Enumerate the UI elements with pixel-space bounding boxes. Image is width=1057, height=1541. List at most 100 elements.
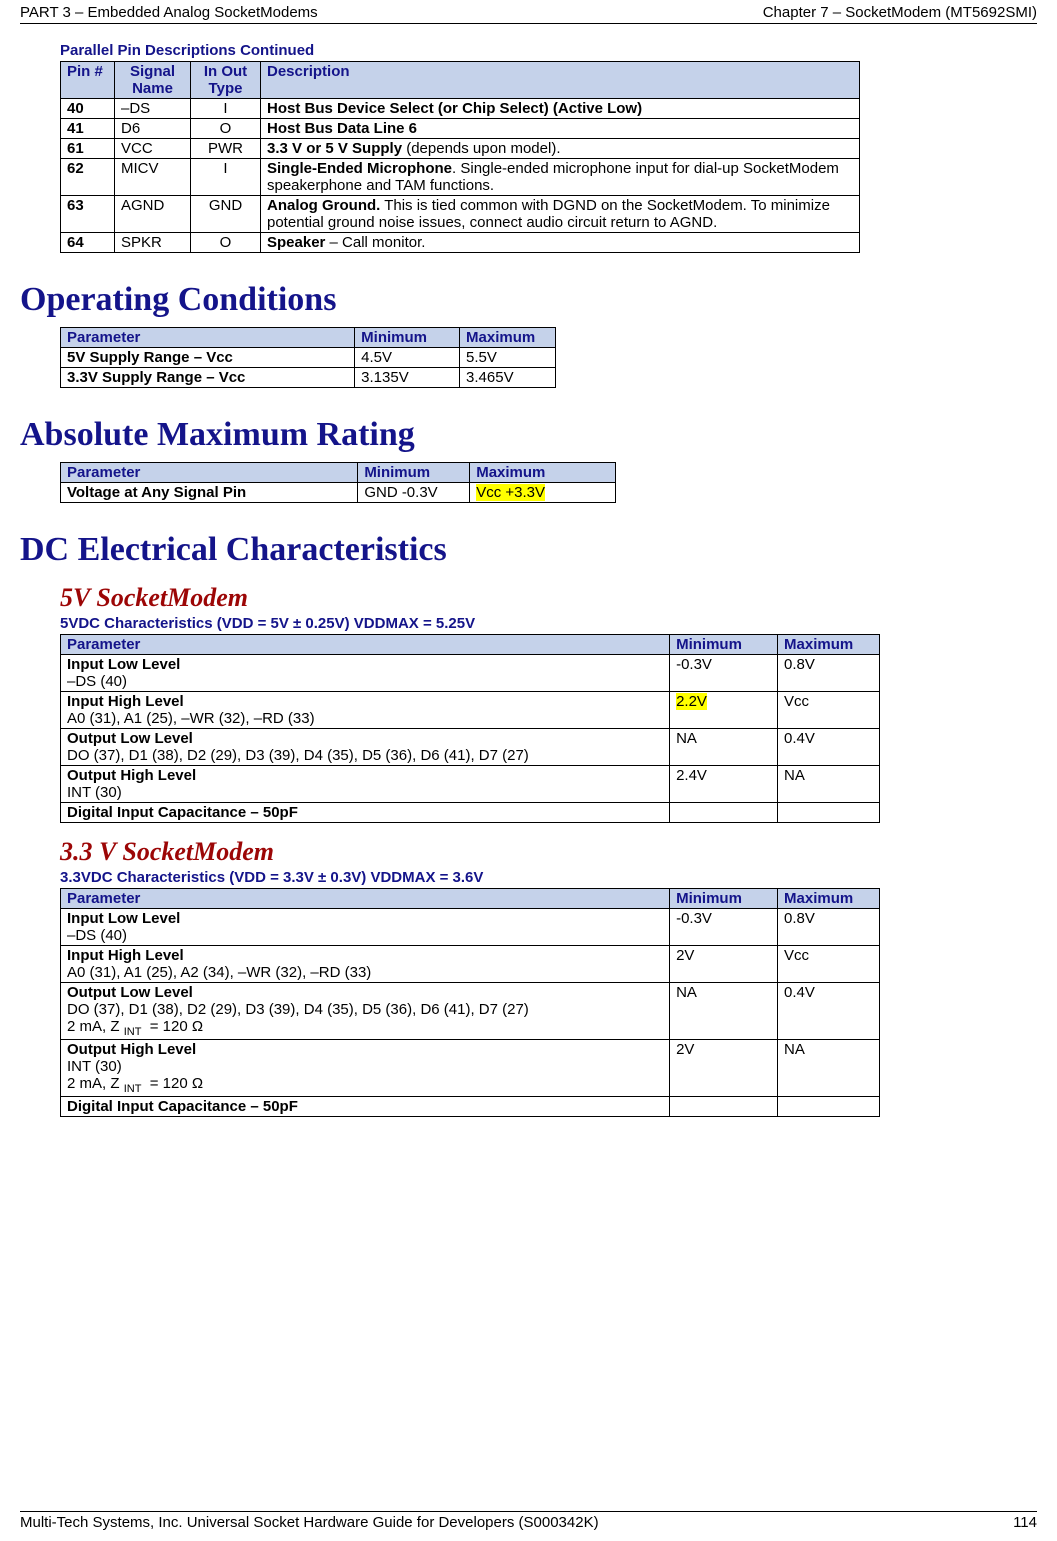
- table-row: Input High LevelA0 (31), A1 (25), A2 (34…: [61, 946, 880, 983]
- header-left: PART 3 – Embedded Analog SocketModems: [20, 4, 318, 21]
- param-detail: –DS (40): [67, 927, 127, 944]
- col-header: Parameter: [61, 889, 670, 909]
- table-row: Input Low Level–DS (40) -0.3V 0.8V: [61, 655, 880, 692]
- param-name: Output High Level: [67, 1041, 196, 1058]
- cell: 2V: [670, 1040, 778, 1097]
- cell: Input High LevelA0 (31), A1 (25), A2 (34…: [61, 946, 670, 983]
- param-detail-2: 2 mA, Z INT = 120 Ω: [67, 1018, 203, 1035]
- cell: Single-Ended Microphone. Single-ended mi…: [261, 159, 860, 196]
- cell: 62: [61, 159, 115, 196]
- cell: Input Low Level–DS (40): [61, 655, 670, 692]
- absmax-table: Parameter Minimum Maximum Voltage at Any…: [60, 462, 616, 503]
- table-row: 64 SPKR O Speaker – Call monitor.: [61, 233, 860, 253]
- cell: –DS: [115, 99, 191, 119]
- cell: 0.8V: [778, 655, 880, 692]
- pin-section: Parallel Pin Descriptions Continued Pin …: [60, 42, 1037, 253]
- cell: Input Low Level–DS (40): [61, 909, 670, 946]
- col-header: Pin #: [61, 62, 115, 99]
- cell: Host Bus Data Line 6: [261, 119, 860, 139]
- col-header: In Out Type: [191, 62, 261, 99]
- cell: 0.4V: [778, 729, 880, 766]
- cell: NA: [778, 766, 880, 803]
- cell: -0.3V: [670, 909, 778, 946]
- param-name: Output Low Level: [67, 984, 193, 1001]
- cell: 3.3 V or 5 V Supply (depends upon model)…: [261, 139, 860, 159]
- cell: 63: [61, 196, 115, 233]
- cell: NA: [778, 1040, 880, 1097]
- table-header-row: Parameter Minimum Maximum: [61, 463, 616, 483]
- cell: SPKR: [115, 233, 191, 253]
- param-detail: DO (37), D1 (38), D2 (29), D3 (39), D4 (…: [67, 1001, 529, 1018]
- table-row: Input Low Level–DS (40) -0.3V 0.8V: [61, 909, 880, 946]
- cell: 5.5V: [460, 348, 556, 368]
- cell: 3.465V: [460, 368, 556, 388]
- cell: Digital Input Capacitance – 50pF: [61, 1097, 670, 1117]
- cell: AGND: [115, 196, 191, 233]
- cell: -0.3V: [670, 655, 778, 692]
- table-row: Output High LevelINT (30)2 mA, Z INT = 1…: [61, 1040, 880, 1097]
- page-header: PART 3 – Embedded Analog SocketModems Ch…: [20, 0, 1037, 23]
- dc5v-table: Parameter Minimum Maximum Input Low Leve…: [60, 634, 880, 823]
- footer-page-number: 114: [1013, 1514, 1037, 1531]
- cell: 5V Supply Range – Vcc: [61, 348, 355, 368]
- table-row: Digital Input Capacitance – 50pF: [61, 1097, 880, 1117]
- cell: Vcc: [778, 946, 880, 983]
- desc-bold: Analog Ground.: [267, 197, 380, 214]
- table-row: Digital Input Capacitance – 50pF: [61, 803, 880, 823]
- col-header: Maximum: [778, 889, 880, 909]
- cell: 3.3V Supply Range – Vcc: [61, 368, 355, 388]
- table-header-row: Parameter Minimum Maximum: [61, 635, 880, 655]
- cell: O: [191, 233, 261, 253]
- cell: Input High LevelA0 (31), A1 (25), –WR (3…: [61, 692, 670, 729]
- desc-bold: 3.3 V or 5 V Supply: [267, 140, 402, 157]
- subheading-33v: 3.3 V SocketModem: [60, 837, 1037, 867]
- param-detail: DO (37), D1 (38), D2 (29), D3 (39), D4 (…: [67, 747, 529, 764]
- cell: Voltage at Any Signal Pin: [61, 483, 358, 503]
- cell: Output Low LevelDO (37), D1 (38), D2 (29…: [61, 729, 670, 766]
- cell: I: [191, 99, 261, 119]
- col-header: Minimum: [358, 463, 470, 483]
- col-header: Minimum: [670, 889, 778, 909]
- param-detail: INT (30): [67, 784, 122, 801]
- col-header: Parameter: [61, 328, 355, 348]
- col-header: Minimum: [355, 328, 460, 348]
- cell: MICV: [115, 159, 191, 196]
- param-name: Output Low Level: [67, 730, 193, 747]
- cell: NA: [670, 983, 778, 1040]
- heading-operating: Operating Conditions: [20, 281, 1037, 319]
- cell: Output High LevelINT (30)2 mA, Z INT = 1…: [61, 1040, 670, 1097]
- col-header: Description: [261, 62, 860, 99]
- param-detail-2: 2 mA, Z INT = 120 Ω: [67, 1075, 203, 1092]
- param-detail: A0 (31), A1 (25), A2 (34), –WR (32), –RD…: [67, 964, 371, 981]
- cell: PWR: [191, 139, 261, 159]
- table-row: Input High LevelA0 (31), A1 (25), –WR (3…: [61, 692, 880, 729]
- pin-caption: Parallel Pin Descriptions Continued: [60, 42, 1037, 59]
- table-row: Voltage at Any Signal Pin GND -0.3V Vcc …: [61, 483, 616, 503]
- absmax-section: Parameter Minimum Maximum Voltage at Any…: [60, 462, 1037, 503]
- cell: Host Bus Device Select (or Chip Select) …: [261, 99, 860, 119]
- cell: 0.8V: [778, 909, 880, 946]
- page-footer: Multi-Tech Systems, Inc. Universal Socke…: [20, 1511, 1037, 1531]
- cell: [778, 803, 880, 823]
- table-row: Output High LevelINT (30) 2.4V NA: [61, 766, 880, 803]
- desc-rest: – Call monitor.: [325, 234, 425, 251]
- header-rule: [20, 23, 1037, 24]
- param-name: Input Low Level: [67, 656, 180, 673]
- desc-bold: Single-Ended Microphone: [267, 160, 452, 177]
- table-row: Output Low LevelDO (37), D1 (38), D2 (29…: [61, 983, 880, 1040]
- cell: Digital Input Capacitance – 50pF: [61, 803, 670, 823]
- param-detail: –DS (40): [67, 673, 127, 690]
- table-row: 5V Supply Range – Vcc 4.5V 5.5V: [61, 348, 556, 368]
- cell: Vcc +3.3V: [470, 483, 616, 503]
- col-header: Parameter: [61, 635, 670, 655]
- cell: O: [191, 119, 261, 139]
- cell: [670, 1097, 778, 1117]
- param-name: Output High Level: [67, 767, 196, 784]
- cell: 40: [61, 99, 115, 119]
- page: PART 3 – Embedded Analog SocketModems Ch…: [0, 0, 1057, 1541]
- desc-bold: Speaker: [267, 234, 325, 251]
- table-row: 63 AGND GND Analog Ground. This is tied …: [61, 196, 860, 233]
- dc33v-section: 3.3 V SocketModem 3.3VDC Characteristics…: [60, 837, 1037, 1117]
- table-row: 61 VCC PWR 3.3 V or 5 V Supply (depends …: [61, 139, 860, 159]
- dc33v-caption: 3.3VDC Characteristics (VDD = 3.3V ± 0.3…: [60, 869, 1037, 886]
